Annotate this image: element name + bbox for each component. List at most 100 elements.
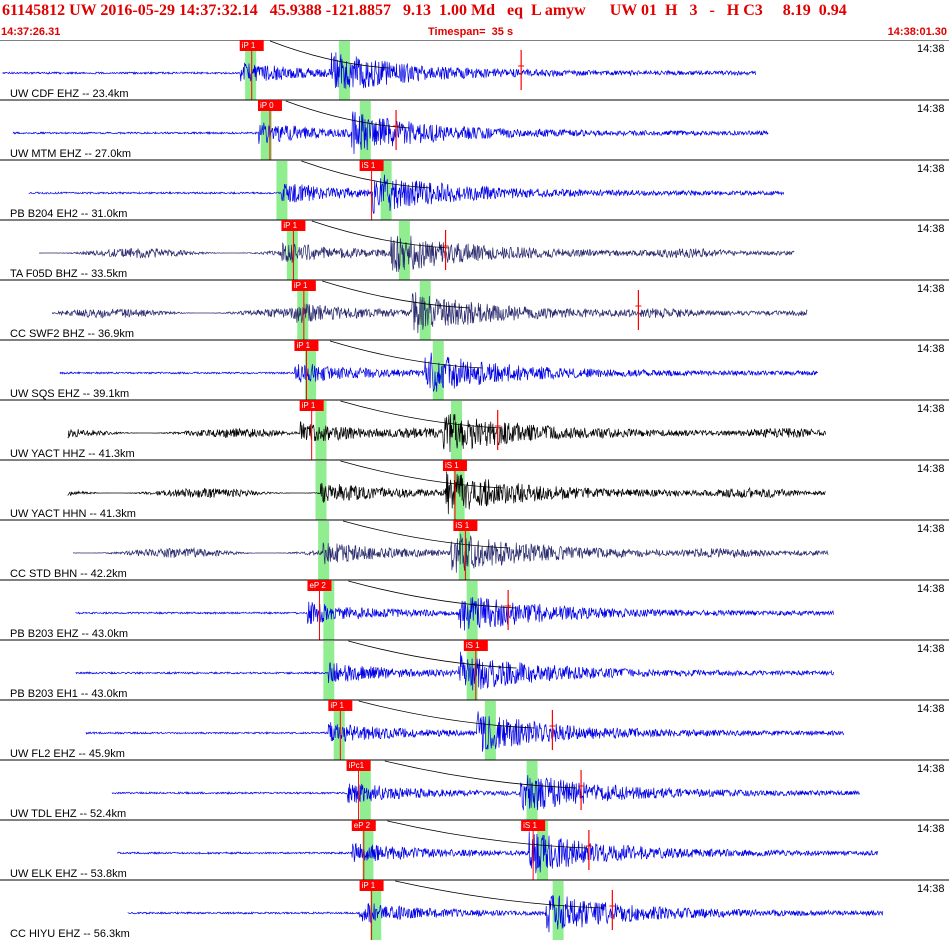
event-subnet: UW	[609, 2, 637, 19]
trace-time-tag: 14:38	[917, 163, 945, 175]
event-latitude: 45.9388	[269, 2, 322, 19]
event-field-dash: -	[709, 2, 715, 19]
s-pick-label: iS 1	[466, 641, 480, 650]
trace-panel: iP 1 UW SQS EHZ -- 39.1km 14:38	[0, 339, 949, 400]
coda-decay-curve	[348, 580, 517, 609]
p-pick-label: iPc1	[349, 761, 365, 770]
p-pick-label: iP 1	[242, 41, 256, 50]
station-label: CC SWF2 BHZ -- 36.9km	[10, 328, 134, 340]
station-label: PB B203 EHZ -- 43.0km	[10, 628, 128, 640]
p-pick-label: eP 2	[309, 581, 326, 590]
trace-time-tag: 14:38	[917, 643, 945, 655]
waveform	[28, 174, 785, 214]
p-pick-label: iP 1	[283, 221, 297, 230]
station-label: UW SQS EHZ -- 39.1km	[10, 388, 129, 400]
seismogram-panel: iP 1 UW CDF EHZ -- 23.4km 14:38 iP 0 UW MTM …	[0, 40, 949, 940]
trace-time-tag: 14:38	[917, 43, 945, 55]
event-field-c3: C3	[743, 2, 763, 19]
event-summary-line: 61145812 UW 2016-05-29 14:37:32.14 45.93…	[2, 2, 847, 20]
phase-window	[338, 41, 350, 100]
p-pick-label: iP 1	[302, 401, 316, 410]
s-pick-label: iS 1	[362, 161, 376, 170]
trace-time-tag: 14:38	[917, 583, 945, 595]
timespan-label: Timespan= 35 s	[428, 26, 514, 38]
trace-panel: iS 1 PB B204 EH2 -- 31.0km 14:38	[0, 159, 949, 220]
s-pick-label: iS 1	[523, 821, 537, 830]
event-field-h: H	[664, 2, 678, 19]
p-pick-label: iP 1	[362, 881, 376, 890]
trace-time-tag: 14:38	[917, 223, 945, 235]
trace-panel: iP 1 CC SWF2 BHZ -- 36.9km 14:38	[0, 279, 949, 340]
event-network: UW	[69, 2, 97, 19]
station-label: UW FL2 EHZ -- 45.9km	[10, 748, 125, 760]
coda-decay-curve	[340, 460, 504, 489]
station-label: PB B204 EH2 -- 31.0km	[10, 208, 127, 220]
trace-time-tag: 14:38	[917, 523, 945, 535]
event-analyst: amyw	[544, 2, 586, 19]
coda-decay-curve	[387, 820, 588, 849]
station-label: CC HIYU EHZ -- 56.3km	[10, 928, 130, 940]
coda-decay-curve	[329, 340, 483, 369]
start-time: 14:37:26.31	[1, 26, 61, 38]
trace-panel: iP 1 UW CDF EHZ -- 23.4km 14:38	[0, 40, 949, 100]
p-pick-label: iP 1	[296, 341, 310, 350]
station-label: UW TDL EHZ -- 52.4km	[10, 808, 126, 820]
trace-panel: iP 1 UW YACT HHZ -- 41.3km 14:38	[0, 399, 949, 460]
p-pick-label: iP 1	[330, 701, 344, 710]
end-time: 14:38:01.30	[887, 26, 947, 38]
waveform	[117, 831, 879, 874]
trace-time-tag: 14:38	[917, 883, 945, 895]
phase-window	[323, 641, 335, 700]
event-mag-type: Md	[471, 2, 496, 19]
trace-panel: iS 1 CC STD BHN -- 42.2km 14:38	[0, 519, 949, 580]
phase-window	[484, 701, 496, 760]
waveform	[85, 711, 845, 752]
p-pick-label: eP 2	[354, 821, 371, 830]
waveform	[67, 413, 826, 453]
event-magnitude: 1.00	[439, 2, 468, 19]
coda-decay-curve	[395, 880, 603, 909]
trace-time-tag: 14:38	[917, 283, 945, 295]
waveform	[72, 533, 829, 573]
trace-time-tag: 14:38	[917, 763, 945, 775]
phase-window	[276, 161, 288, 220]
trace-time-tag: 14:38	[917, 823, 945, 835]
s-pick-label: iS 1	[455, 521, 469, 530]
trace-time-tag: 14:38	[917, 403, 945, 415]
trace-panel: iP 1 UW FL2 EHZ -- 45.9km 14:38	[0, 699, 949, 760]
trace-panel: eP 2 PB B203 EHZ -- 43.0km 14:38	[0, 579, 949, 640]
coda-decay-curve	[311, 220, 449, 249]
event-type: eq	[507, 2, 524, 19]
s-pick-label: iS 1	[445, 461, 459, 470]
trace-panel: iS 1 PB B203 EH1 -- 43.0km 14:38	[0, 639, 949, 700]
coda-decay-curve	[270, 40, 389, 69]
station-label: UW YACT HHZ -- 41.3km	[10, 448, 135, 460]
event-field-h2: H	[726, 2, 740, 19]
coda-decay-curve	[343, 520, 509, 549]
waveform	[75, 651, 834, 691]
trace-panel: iP 0 UW MTM EHZ -- 27.0km 14:38	[0, 99, 949, 160]
trace-time-tag: 14:38	[917, 463, 945, 475]
phase-window	[318, 521, 330, 580]
trace-panel: iP 1 CC HIYU EHZ -- 56.3km 14:38	[0, 879, 949, 940]
station-label: UW YACT HHN -- 41.3km	[10, 508, 136, 520]
p-pick-label: iP 0	[260, 101, 274, 110]
waveform	[111, 775, 860, 811]
station-label: PB B203 EH1 -- 43.0km	[10, 688, 127, 700]
coda-decay-curve	[348, 640, 517, 669]
waveform	[39, 235, 795, 273]
trace-time-tag: 14:38	[917, 703, 945, 715]
coda-decay-curve	[285, 100, 410, 129]
station-label: CC STD BHN -- 42.2km	[10, 568, 127, 580]
event-longitude: -121.8857	[325, 2, 392, 19]
station-label: UW CDF EHZ -- 23.4km	[10, 88, 129, 100]
event-header: 61145812 UW 2016-05-29 14:37:32.14 45.93…	[0, 0, 949, 40]
station-label: UW ELK EHZ -- 53.8km	[10, 868, 127, 880]
event-field-3: 3	[689, 2, 698, 19]
event-datetime: 2016-05-29 14:37:32.14	[100, 2, 258, 19]
event-geo-type: L	[531, 2, 541, 19]
station-label: TA F05D BHZ -- 33.5km	[10, 268, 127, 280]
event-id: 61145812	[2, 2, 66, 19]
coda-decay-curve	[322, 280, 470, 309]
trace-panel: iS 1 UW YACT HHN -- 41.3km 14:38	[0, 459, 949, 520]
